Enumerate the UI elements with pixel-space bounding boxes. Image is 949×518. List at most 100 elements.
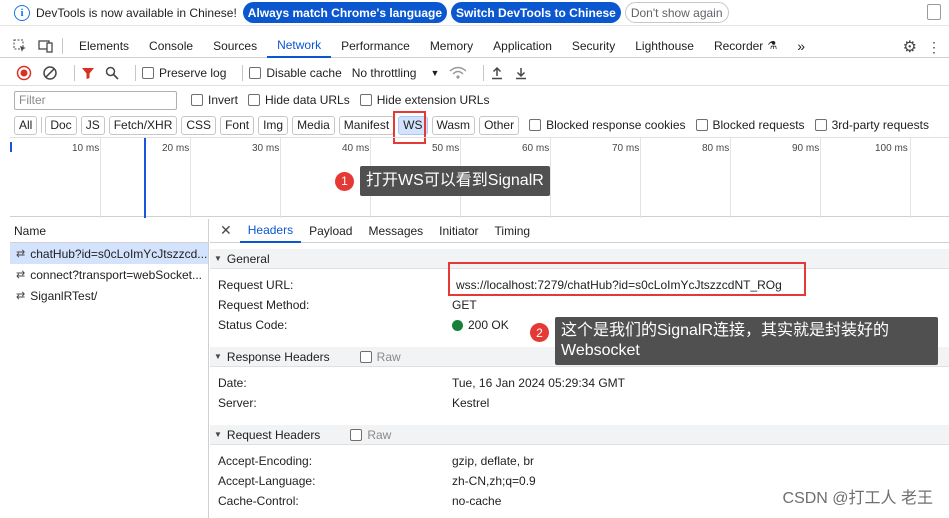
- timeline-start-tick: [10, 142, 12, 152]
- divider: [242, 64, 244, 81]
- tab-recorder[interactable]: Recorder ⚗: [704, 34, 787, 58]
- status-ok-icon: [452, 320, 463, 332]
- language-banner: i DevTools is now available in Chinese! …: [0, 0, 949, 26]
- type-js[interactable]: JS: [80, 115, 105, 135]
- timeline-label: 60 ms: [522, 143, 550, 154]
- type-media[interactable]: Media: [292, 115, 335, 135]
- inspect-element-icon[interactable]: [10, 36, 30, 56]
- hide-extension-urls-label: Hide extension URLs: [376, 93, 490, 107]
- timeline-label: 40 ms: [342, 143, 370, 154]
- hide-extension-urls-box[interactable]: [359, 94, 372, 106]
- request-row[interactable]: ⇄ SiganlRTest/: [10, 285, 208, 306]
- always-match-language-button[interactable]: Always match Chrome's language: [242, 2, 448, 23]
- type-all[interactable]: All: [14, 115, 38, 135]
- hide-data-urls-checkbox[interactable]: Hide data URLs: [248, 93, 350, 107]
- response-raw-box[interactable]: [359, 350, 372, 363]
- resource-type-filter: All Doc JS Fetch/XHR CSS Font Img Media …: [0, 114, 949, 136]
- type-other[interactable]: Other: [479, 115, 520, 135]
- close-icon[interactable]: [927, 4, 941, 20]
- disable-cache-checkbox[interactable]: Disable cache: [249, 66, 342, 80]
- type-css[interactable]: CSS: [181, 115, 217, 135]
- timeline-gridline: [100, 138, 101, 218]
- timeline-label: 10 ms: [72, 143, 100, 154]
- invert-label: Invert: [208, 93, 239, 107]
- disable-cache-box[interactable]: [249, 66, 262, 79]
- response-raw-toggle[interactable]: Raw: [359, 350, 401, 364]
- invert-box[interactable]: [191, 94, 203, 106]
- type-manifest[interactable]: Manifest: [338, 115, 395, 135]
- collapse-triangle-icon: ▼: [214, 430, 222, 439]
- collapse-triangle-icon: ▼: [214, 352, 222, 361]
- tab-performance[interactable]: Performance: [331, 34, 420, 58]
- tab-lighthouse[interactable]: Lighthouse: [625, 34, 704, 58]
- tab-headers[interactable]: Headers: [239, 219, 302, 243]
- third-party-requests-box[interactable]: [814, 119, 827, 131]
- dont-show-again-button[interactable]: Don't show again: [624, 2, 729, 23]
- tab-elements[interactable]: Elements: [69, 34, 139, 58]
- tab-console[interactable]: Console: [139, 34, 203, 58]
- type-wasm[interactable]: Wasm: [431, 115, 476, 135]
- server-key: Server:: [218, 396, 257, 410]
- accept-encoding-value: gzip, deflate, br: [452, 454, 535, 468]
- timeline-label: 50 ms: [432, 143, 460, 154]
- request-raw-toggle[interactable]: Raw: [350, 428, 391, 442]
- type-font[interactable]: Font: [220, 115, 255, 135]
- tab-messages[interactable]: Messages: [360, 219, 431, 243]
- more-tabs-icon[interactable]: »: [787, 34, 815, 58]
- type-fetch-xhr[interactable]: Fetch/XHR: [108, 115, 178, 135]
- request-name: connect?transport=webSocket...: [30, 267, 202, 282]
- filter-input[interactable]: Filter: [14, 90, 177, 110]
- tab-memory[interactable]: Memory: [420, 34, 483, 58]
- filter-icon[interactable]: [81, 66, 95, 80]
- search-icon[interactable]: [105, 66, 119, 80]
- request-raw-box[interactable]: [350, 428, 363, 441]
- type-img[interactable]: Img: [258, 115, 289, 135]
- type-doc[interactable]: Doc: [45, 115, 77, 135]
- preserve-log-box[interactable]: [142, 66, 154, 79]
- throttling-select[interactable]: No throttling ▼: [352, 66, 440, 80]
- device-toolbar-icon[interactable]: [36, 36, 56, 56]
- blocked-response-cookies-label: Blocked response cookies: [546, 118, 686, 132]
- blocked-requests-checkbox[interactable]: Blocked requests: [695, 118, 805, 132]
- clear-icon[interactable]: [42, 65, 58, 81]
- request-method-value: GET: [452, 298, 477, 312]
- detail-tabs: ✕ Headers Payload Messages Initiator Tim…: [210, 219, 949, 243]
- export-har-icon[interactable]: [514, 66, 528, 80]
- hide-data-urls-label: Hide data URLs: [265, 93, 350, 107]
- divider: [483, 64, 485, 81]
- blocked-response-cookies-checkbox[interactable]: Blocked response cookies: [529, 118, 686, 132]
- gear-icon[interactable]: ⚙: [903, 37, 917, 57]
- tab-security[interactable]: Security: [562, 34, 625, 58]
- hide-data-urls-box[interactable]: [248, 94, 261, 106]
- switch-to-chinese-button[interactable]: Switch DevTools to Chinese: [451, 2, 621, 23]
- name-column-header[interactable]: Name: [10, 219, 208, 243]
- blocked-requests-box[interactable]: [695, 119, 708, 131]
- network-conditions-icon[interactable]: [449, 66, 467, 80]
- status-code-text: 200 OK: [468, 318, 509, 332]
- tab-initiator[interactable]: Initiator: [431, 219, 486, 243]
- request-row[interactable]: ⇄ connect?transport=webSocket...: [10, 264, 208, 285]
- request-raw-label: Raw: [367, 427, 392, 442]
- server-row: Server: Kestrel: [210, 393, 949, 413]
- import-har-icon[interactable]: [490, 66, 504, 80]
- banner-message: DevTools is now available in Chinese!: [36, 5, 237, 20]
- more-options-icon[interactable]: ⋮: [927, 39, 941, 56]
- tab-network[interactable]: Network: [267, 34, 332, 58]
- request-headers-section-header[interactable]: ▼ Request Headers Raw: [210, 425, 949, 445]
- record-icon[interactable]: [16, 65, 32, 81]
- request-row[interactable]: ⇄ chatHub?id=s0cLoImYcJtszzcd...: [10, 243, 208, 264]
- blocked-response-cookies-box[interactable]: [529, 119, 542, 131]
- hide-extension-urls-checkbox[interactable]: Hide extension URLs: [359, 93, 490, 107]
- tab-sources[interactable]: Sources: [203, 34, 267, 58]
- annotation-1-number: 1: [335, 171, 354, 191]
- tab-application[interactable]: Application: [483, 34, 562, 58]
- accept-language-value: zh-CN,zh;q=0.9: [452, 474, 536, 488]
- request-url-highlight-box: [448, 262, 806, 296]
- tab-timing[interactable]: Timing: [487, 219, 539, 243]
- close-icon[interactable]: ✕: [220, 222, 232, 239]
- request-method-key: Request Method:: [218, 298, 310, 312]
- third-party-requests-checkbox[interactable]: 3rd-party requests: [814, 118, 929, 132]
- tab-payload[interactable]: Payload: [301, 219, 360, 243]
- invert-checkbox[interactable]: Invert: [191, 93, 238, 107]
- preserve-log-checkbox[interactable]: Preserve log: [142, 66, 226, 80]
